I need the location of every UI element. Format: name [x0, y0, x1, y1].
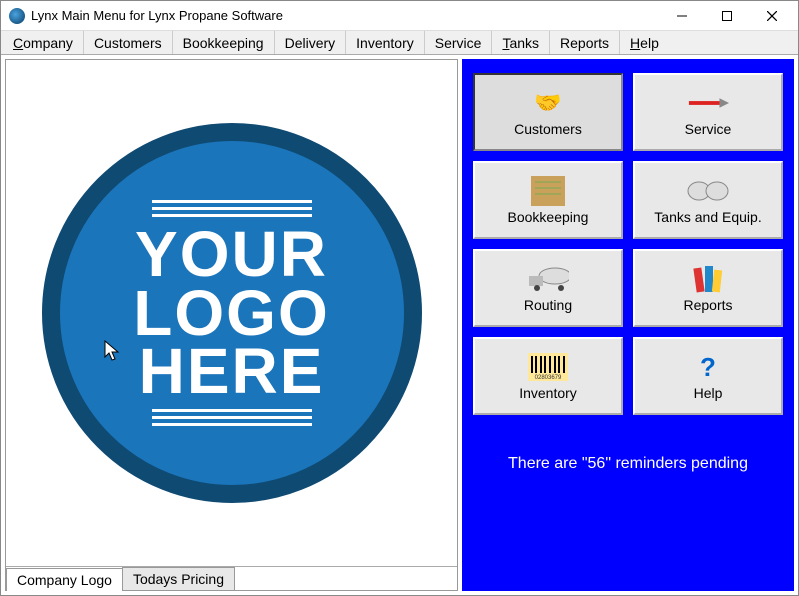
right-panel: 🤝 Customers Service Bookkeeping	[462, 59, 794, 591]
logo-text-2: LOGO	[133, 284, 329, 343]
app-icon	[9, 8, 25, 24]
content-area: YOUR LOGO HERE Company Logo Todays Prici…	[1, 55, 798, 595]
menu-inventory[interactable]: Inventory	[346, 31, 425, 54]
service-label: Service	[685, 121, 732, 137]
help-label: Help	[694, 385, 723, 401]
maximize-button[interactable]	[704, 2, 749, 30]
svg-text:02803679: 02803679	[535, 375, 562, 381]
bookkeeping-button[interactable]: Bookkeeping	[473, 161, 623, 239]
routing-label: Routing	[524, 297, 572, 313]
minimize-button[interactable]	[659, 2, 704, 30]
menu-company[interactable]: Company	[3, 31, 84, 54]
menu-reports[interactable]: Reports	[550, 31, 620, 54]
menubar: Company Customers Bookkeeping Delivery I…	[1, 31, 798, 55]
tanks-icon	[687, 175, 729, 207]
tanks-button[interactable]: Tanks and Equip.	[633, 161, 783, 239]
left-tabs: Company Logo Todays Pricing	[6, 566, 457, 590]
app-window: Lynx Main Menu for Lynx Propane Software…	[0, 0, 799, 596]
titlebar: Lynx Main Menu for Lynx Propane Software	[1, 1, 798, 31]
menu-tanks[interactable]: Tanks	[492, 31, 550, 54]
window-title: Lynx Main Menu for Lynx Propane Software	[31, 8, 659, 23]
question-icon: ?	[687, 351, 729, 383]
service-button[interactable]: Service	[633, 73, 783, 151]
menu-delivery[interactable]: Delivery	[275, 31, 347, 54]
reports-button[interactable]: Reports	[633, 249, 783, 327]
reminders-status: There are "56" reminders pending	[508, 455, 748, 473]
left-panel: YOUR LOGO HERE Company Logo Todays Prici…	[5, 59, 458, 591]
menu-bookkeeping[interactable]: Bookkeeping	[173, 31, 275, 54]
barcode-icon: 02803679	[527, 351, 569, 383]
customers-button[interactable]: 🤝 Customers	[473, 73, 623, 151]
tab-todays-pricing[interactable]: Todays Pricing	[122, 567, 235, 590]
button-grid: 🤝 Customers Service Bookkeeping	[473, 73, 783, 415]
books-icon	[687, 263, 729, 295]
truck-icon	[527, 263, 569, 295]
tanks-label: Tanks and Equip.	[654, 209, 761, 225]
logo-text-1: YOUR	[135, 225, 328, 284]
wrench-icon	[687, 87, 729, 119]
reports-label: Reports	[683, 297, 732, 313]
help-button[interactable]: ? Help	[633, 337, 783, 415]
tab-company-logo[interactable]: Company Logo	[6, 568, 123, 591]
logo-area: YOUR LOGO HERE	[6, 60, 457, 566]
window-controls	[659, 2, 794, 30]
routing-button[interactable]: Routing	[473, 249, 623, 327]
bookkeeping-label: Bookkeeping	[508, 209, 589, 225]
handshake-icon: 🤝	[527, 87, 569, 119]
menu-service[interactable]: Service	[425, 31, 493, 54]
inventory-button[interactable]: 02803679 Inventory	[473, 337, 623, 415]
logo-placeholder: YOUR LOGO HERE	[42, 123, 422, 503]
ledger-icon	[527, 175, 569, 207]
customers-label: Customers	[514, 121, 582, 137]
menu-help[interactable]: Help	[620, 31, 669, 54]
menu-customers[interactable]: Customers	[84, 31, 173, 54]
logo-text-3: HERE	[139, 342, 325, 401]
inventory-label: Inventory	[519, 385, 577, 401]
close-button[interactable]	[749, 2, 794, 30]
